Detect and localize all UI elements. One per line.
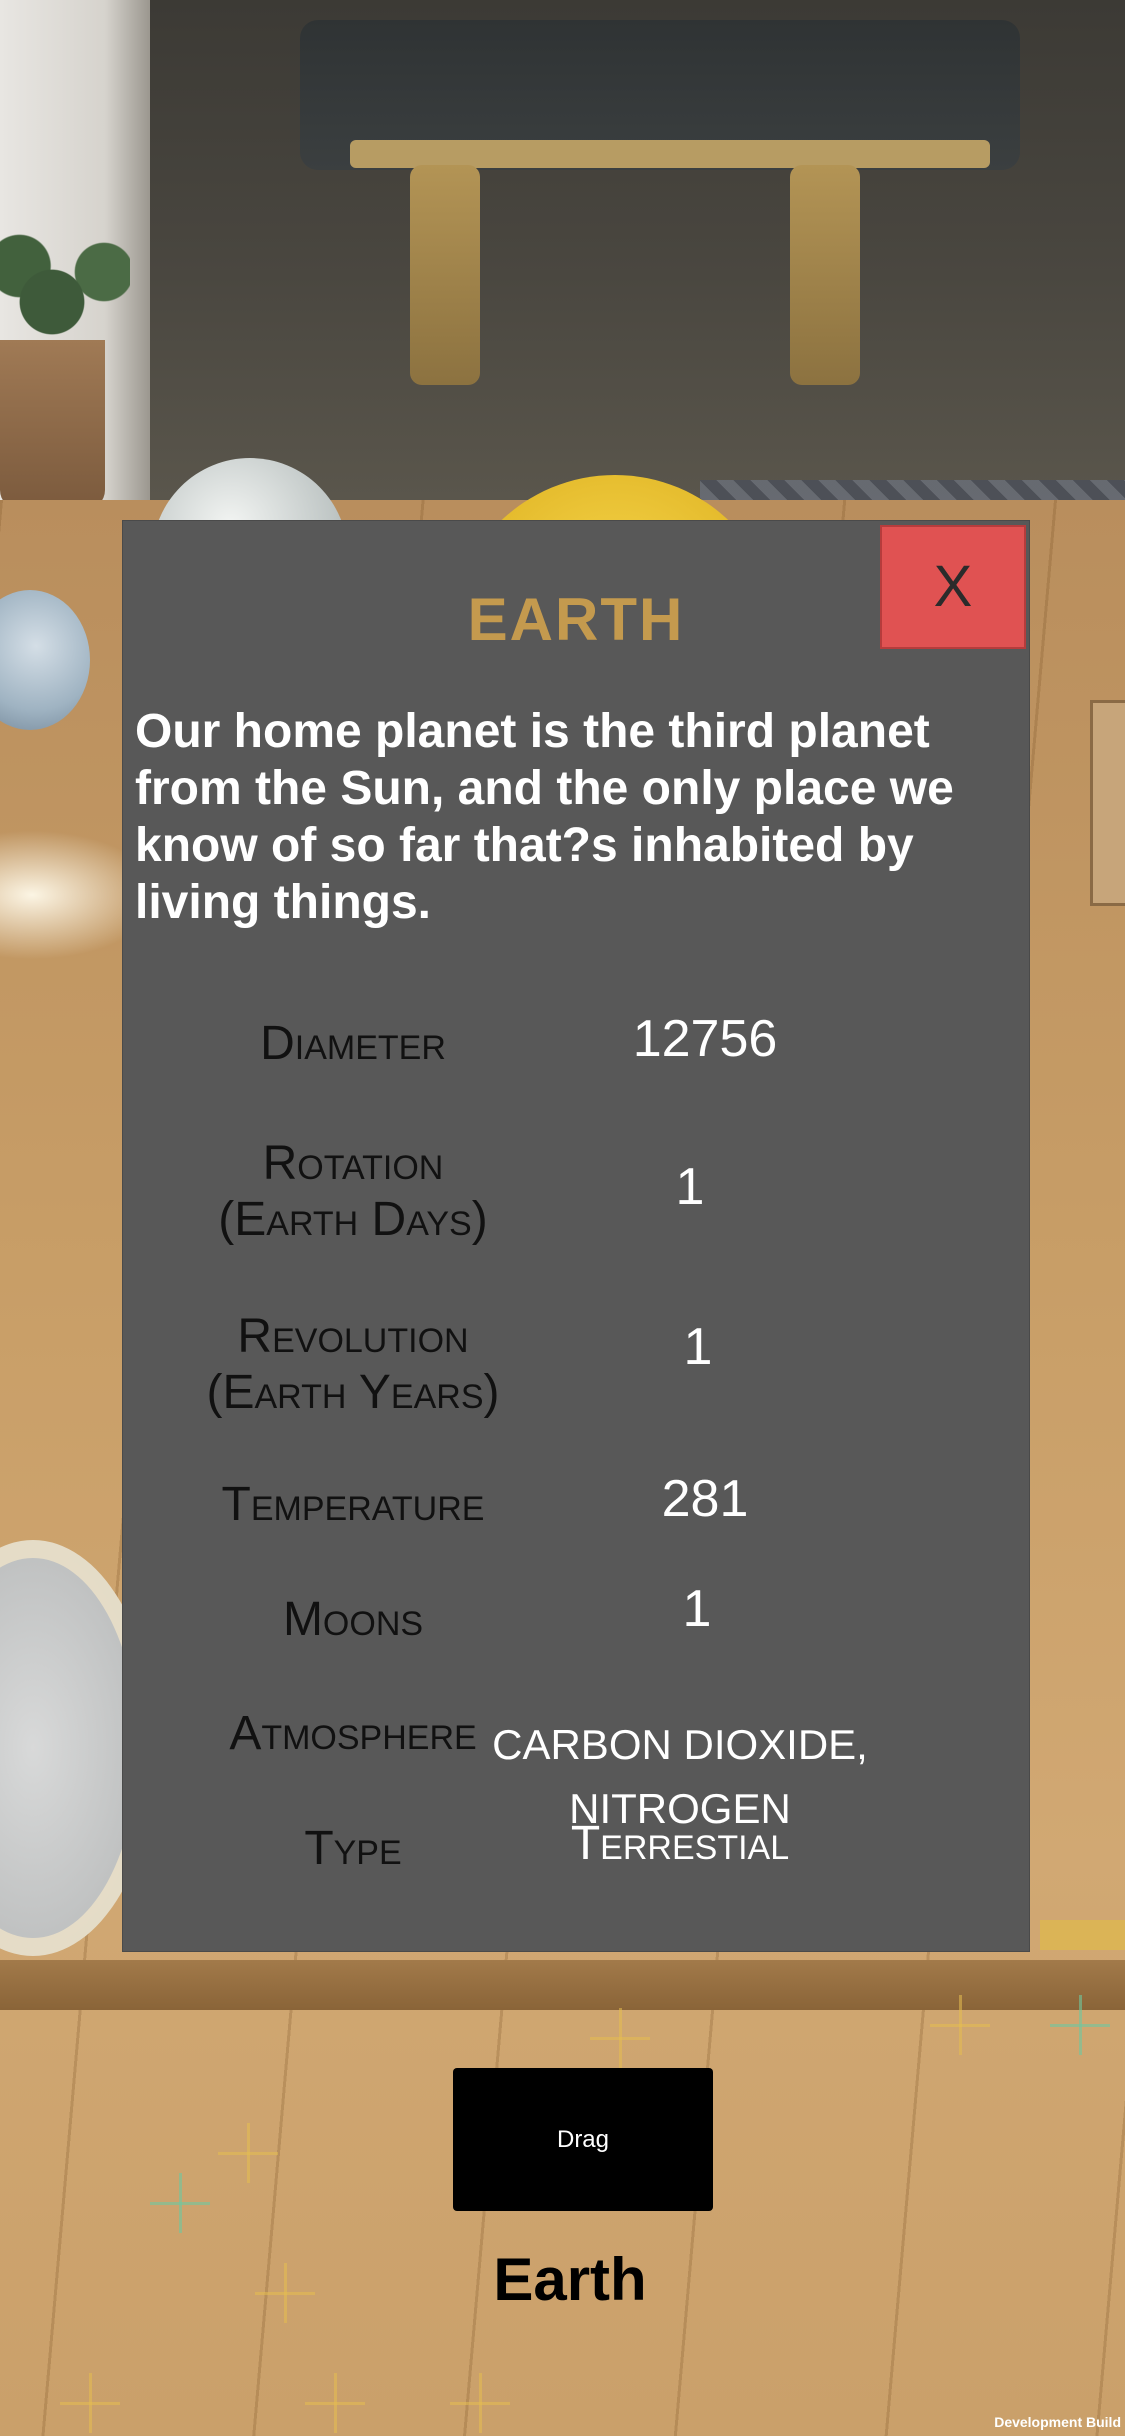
plant — [0, 230, 130, 350]
selected-planet-name: Earth — [493, 2246, 647, 2313]
ar-plane-marker-icon — [930, 1995, 990, 2055]
stat-value-rotation: 1 — [675, 1158, 705, 1216]
table-leg — [790, 165, 860, 385]
floor-object — [1040, 1920, 1125, 1950]
coffee-table — [350, 140, 990, 168]
stat-value-revolution: 1 — [683, 1318, 713, 1376]
ar-plane-marker-icon — [218, 2123, 278, 2183]
planet-info-panel: X EARTH Our home planet is the third pla… — [122, 520, 1030, 1952]
stat-value-moons: 1 — [682, 1580, 712, 1638]
ar-plane-marker-icon — [305, 2373, 365, 2433]
ar-plane-marker-icon — [150, 2173, 210, 2233]
ar-plane-marker-icon — [1050, 1995, 1110, 2055]
planet-description: Our home planet is the third planet from… — [135, 705, 954, 929]
development-build-label: Development Build — [994, 2414, 1121, 2430]
stat-value-type: Terrestial — [570, 1817, 790, 1870]
stat-value-temperature: 281 — [661, 1470, 749, 1528]
ar-plane-marker-icon — [450, 2373, 510, 2433]
chair-leg — [1090, 700, 1125, 906]
planet-title: EARTH — [467, 586, 685, 653]
ar-plane-marker-icon — [60, 2373, 120, 2433]
stat-value-diameter: 12756 — [632, 1010, 778, 1068]
table-leg — [410, 165, 480, 385]
drag-button[interactable]: Drag — [453, 2068, 713, 2211]
drag-button-label: Drag — [556, 2125, 610, 2153]
plant-pot — [0, 340, 105, 510]
ar-plane-marker-icon — [590, 2008, 650, 2068]
